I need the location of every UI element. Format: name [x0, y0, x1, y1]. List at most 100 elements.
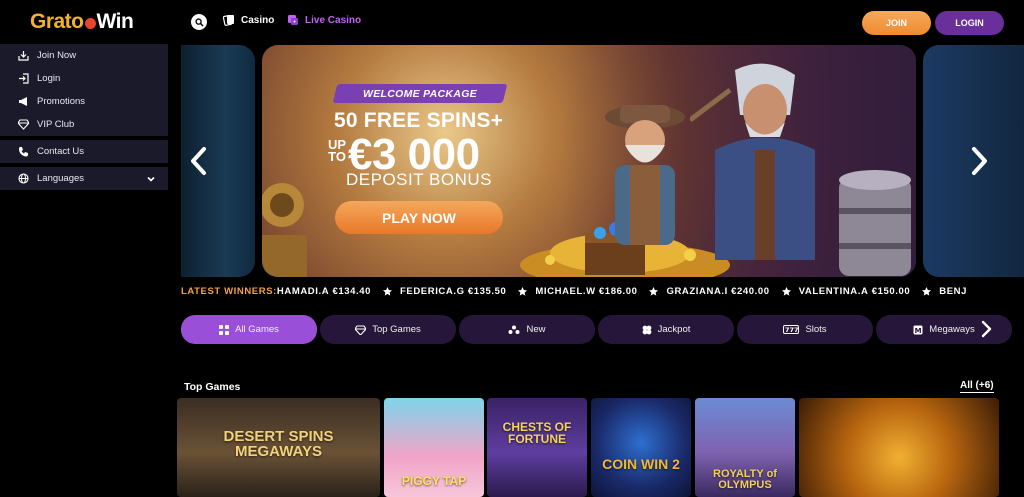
- phone-icon: [19, 147, 28, 157]
- latest-winners-label: LATEST WINNERS:: [181, 285, 277, 297]
- megaways-icon: M: [913, 325, 923, 335]
- latest-winners-ticker: LATEST WINNERS: HAMADI.A €134.40 FEDERIC…: [181, 284, 999, 298]
- game-tile-piggy-tap[interactable]: PIGGY TAP: [384, 398, 484, 497]
- carousel-next-arrow-icon[interactable]: [968, 146, 990, 176]
- winner-amount: €150.00: [871, 285, 911, 297]
- star-icon: [781, 286, 791, 296]
- logo-dot: [84, 17, 96, 29]
- sidebar-group-languages: Languages: [0, 167, 168, 190]
- star-icon: [383, 286, 392, 296]
- tab-new[interactable]: New: [459, 315, 595, 344]
- site-logo[interactable]: Grato Win: [30, 9, 134, 35]
- tab-slots[interactable]: 777 Slots: [737, 315, 873, 344]
- winner-name: HAMADI.A: [276, 285, 330, 297]
- game-title: PIGGY TAP: [401, 474, 467, 488]
- logo-part-1: Grato: [30, 10, 84, 33]
- warrior-miner-illustration: [690, 63, 815, 260]
- header: Grato Win Casino Live Casino JOIN LOGIN: [0, 0, 1024, 44]
- section-title-top-games: Top Games: [184, 381, 241, 393]
- star-icon: [649, 286, 659, 296]
- winner-name: BENJ: [939, 285, 967, 297]
- old-miner-illustration: [605, 105, 685, 245]
- nav-live-casino-label: Live Casino: [305, 14, 362, 26]
- search-button[interactable]: [191, 14, 207, 30]
- winner-name: GRAZIANA.I: [666, 285, 728, 297]
- sidebar-item-label: VIP Club: [37, 119, 75, 130]
- clover-icon: [642, 325, 652, 334]
- tab-label: Top Games: [372, 324, 421, 335]
- sidebar-item-label: Login: [37, 73, 61, 84]
- grid-icon: [219, 324, 230, 335]
- cards-icon: [223, 14, 234, 26]
- game-title: [839, 491, 959, 497]
- slots-icon: 777: [783, 325, 800, 334]
- login-button[interactable]: LOGIN: [935, 11, 1004, 35]
- game-category-tabs: All Games Top Games New Jackpot 777 Slot…: [181, 315, 1024, 344]
- nav-live-casino[interactable]: Live Casino: [287, 14, 361, 26]
- tab-label: New: [526, 324, 546, 335]
- carousel-prev-arrow-icon[interactable]: [188, 146, 210, 176]
- join-icon: [18, 51, 29, 61]
- svg-text:M: M: [915, 327, 922, 335]
- play-now-button[interactable]: PLAY NOW: [335, 201, 503, 234]
- winner-amount: €135.50: [467, 285, 507, 297]
- sidebar-item-login[interactable]: Login: [0, 67, 168, 90]
- sidebar-item-label: Contact Us: [37, 146, 84, 157]
- sidebar-item-label: Promotions: [37, 96, 86, 107]
- winner-amount: €134.40: [332, 285, 371, 297]
- game-tile-gold-express[interactable]: [799, 398, 999, 497]
- winner-amount: €240.00: [731, 285, 770, 297]
- megaphone-icon: [19, 97, 27, 106]
- logo-part-2: Win: [96, 10, 134, 33]
- tabs-scroll-right-icon[interactable]: [979, 320, 993, 338]
- sidebar-item-contact-us[interactable]: Contact Us: [0, 140, 168, 163]
- winner-entry: HAMADI.A €134.40: [277, 286, 371, 297]
- globe-icon: [18, 173, 29, 184]
- game-tile-coin-win-2[interactable]: COIN WIN 2: [591, 398, 691, 497]
- sidebar-item-join-now[interactable]: Join Now: [0, 44, 168, 67]
- game-title: DESERT SPINS MEGAWAYS: [223, 428, 334, 460]
- diamond-icon: [355, 324, 367, 335]
- chevron-down-icon: [147, 176, 155, 182]
- tab-label: All Games: [235, 324, 279, 335]
- game-tile-chests-of-fortune[interactable]: CHESTS OF FORTUNE: [487, 398, 587, 497]
- sidebar: Join Now Login Promotions VIP Club Conta…: [0, 44, 168, 194]
- tab-all-games[interactable]: All Games: [181, 315, 317, 344]
- winner-amount: €186.00: [598, 285, 638, 297]
- sidebar-group-account: Join Now Login Promotions VIP Club: [0, 44, 168, 136]
- tab-top-games[interactable]: Top Games: [320, 315, 456, 344]
- sidebar-item-promotions[interactable]: Promotions: [0, 90, 168, 113]
- dice-icon: [288, 15, 298, 25]
- winner-entry: BENJ: [939, 286, 967, 297]
- deposit-bonus-label: DEPOSIT BONUS: [346, 170, 492, 189]
- game-title: CHESTS OF FORTUNE: [502, 420, 572, 446]
- barrel-illustration: [839, 170, 911, 276]
- game-tile-desert-spins-megaways[interactable]: DESERT SPINS MEGAWAYS: [177, 398, 380, 497]
- nav-casino[interactable]: Casino: [223, 14, 274, 26]
- game-title: ROYALTY of OLYMPUS: [713, 468, 777, 491]
- login-icon: [19, 73, 29, 84]
- join-button[interactable]: JOIN: [862, 11, 931, 35]
- winner-name: FEDERICA.G: [400, 285, 465, 297]
- winner-entry: VALENTINA.A €150.00: [799, 286, 911, 297]
- winner-name: VALENTINA.A: [798, 285, 869, 297]
- nav-casino-label: Casino: [241, 14, 275, 26]
- winner-entry: MICHAEL.W €186.00: [535, 286, 637, 297]
- star-icon: [922, 286, 932, 296]
- welcome-package-tag: WELCOME PACKAGE: [363, 87, 477, 100]
- star-icon: [518, 286, 528, 296]
- top-games-row: DESERT SPINS MEGAWAYS PIGGY TAP CHESTS O…: [177, 398, 1024, 497]
- tab-jackpot[interactable]: Jackpot: [598, 315, 734, 344]
- game-tile-royalty-of-olympus[interactable]: ROYALTY of OLYMPUS: [695, 398, 795, 497]
- svg-text:777: 777: [785, 326, 799, 334]
- tab-label: Jackpot: [657, 324, 691, 335]
- winner-name: MICHAEL.W: [535, 285, 596, 297]
- sidebar-item-languages[interactable]: Languages: [0, 167, 168, 190]
- sparkle-icon: [508, 325, 520, 334]
- sidebar-item-vip-club[interactable]: VIP Club: [0, 113, 168, 136]
- all-games-link[interactable]: All (+6): [960, 380, 994, 393]
- up-to-label: UP TO: [327, 137, 346, 164]
- tab-label: Slots: [805, 324, 827, 335]
- game-title: COIN WIN 2: [602, 456, 680, 472]
- winner-entry: GRAZIANA.I €240.00: [666, 286, 769, 297]
